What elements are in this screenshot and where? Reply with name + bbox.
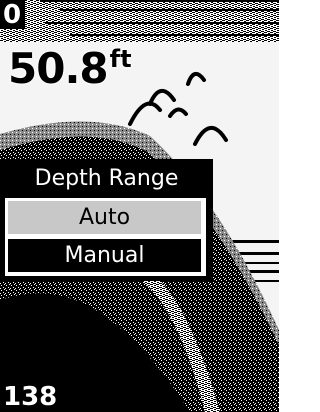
menu-title: Depth Range bbox=[34, 166, 179, 191]
fish-arches bbox=[128, 72, 228, 146]
depth-value: 50.8 bbox=[8, 44, 109, 93]
menu-options: Auto Manual bbox=[4, 197, 207, 277]
depth-readout: 50.8ft bbox=[8, 44, 132, 93]
range-top-label: 0 bbox=[0, 0, 26, 29]
option-manual[interactable]: Manual bbox=[8, 239, 201, 272]
option-auto[interactable]: Auto bbox=[8, 201, 201, 234]
sonar-screen: 0 50.8ft Depth Range Auto Manual 138 bbox=[0, 0, 279, 412]
depth-unit: ft bbox=[109, 45, 132, 73]
depth-range-menu: Depth Range Auto Manual bbox=[0, 159, 213, 281]
range-bottom-label: 138 bbox=[0, 381, 63, 412]
